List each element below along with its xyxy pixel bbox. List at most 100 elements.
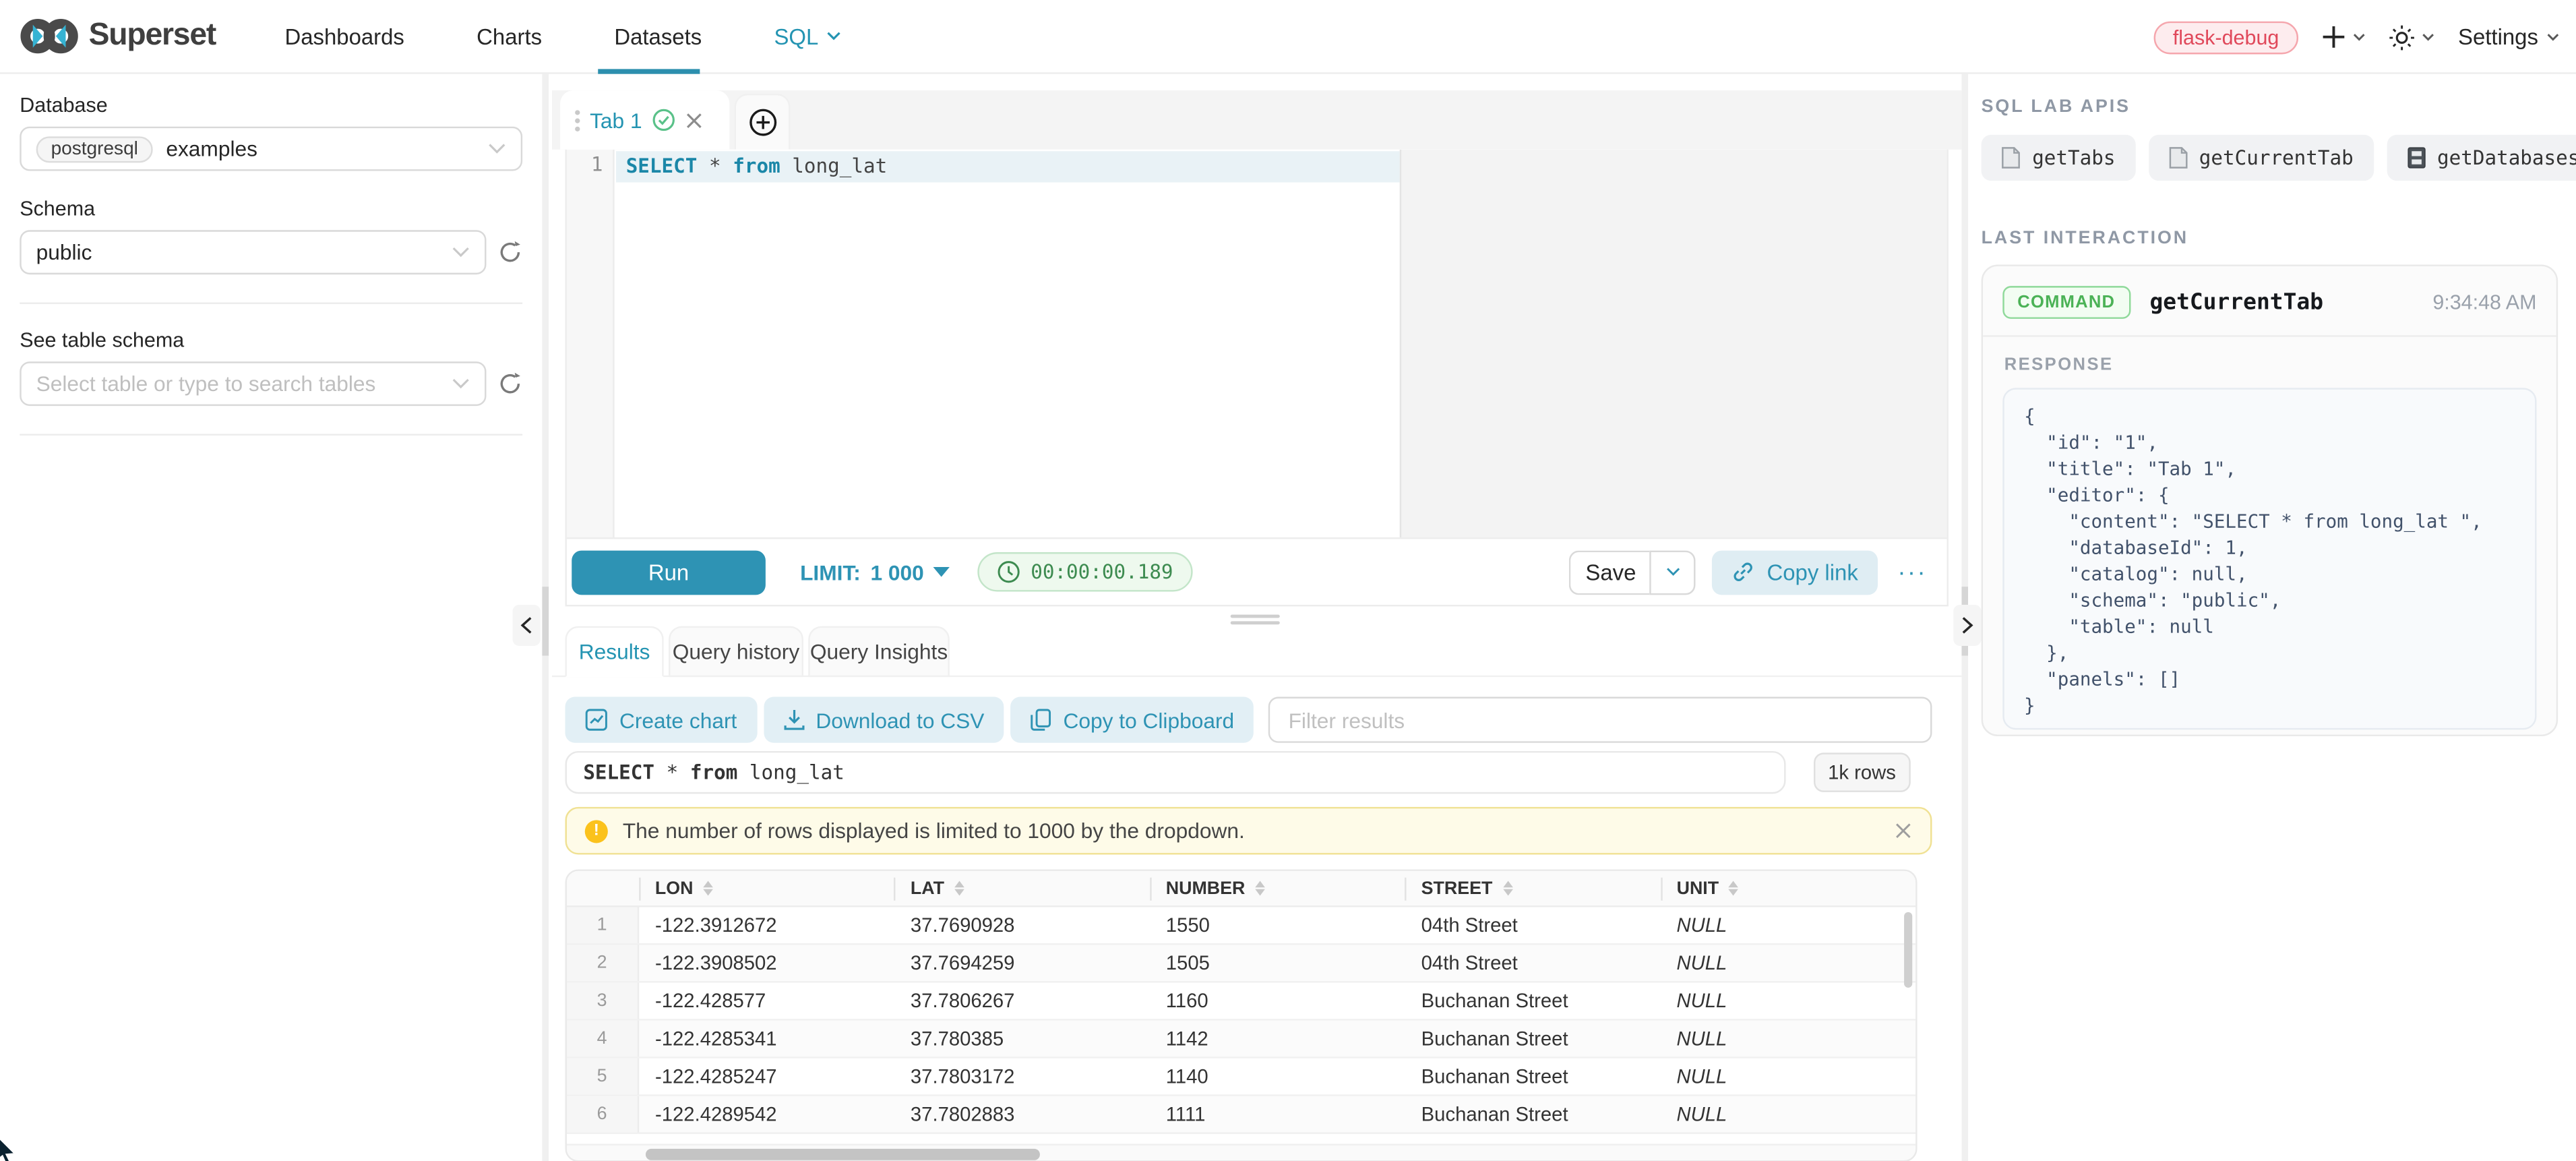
interaction-header: COMMAND getCurrentTab 9:34:48 AM — [1983, 266, 2556, 337]
table-row[interactable]: 2-122.390850237.7694259150504th StreetNU… — [567, 945, 1915, 983]
collapse-right-panel-button[interactable] — [1953, 605, 1981, 646]
schema-select[interactable]: public — [20, 230, 486, 274]
sql-text: long_lat — [737, 761, 845, 784]
chevron-down-icon — [826, 31, 841, 41]
command-timestamp: 9:34:48 AM — [2432, 291, 2536, 314]
nav-item-charts[interactable]: Charts — [477, 24, 542, 49]
refresh-schema-icon[interactable] — [498, 240, 523, 265]
copy-to-clipboard-button[interactable]: Copy to Clipboard — [1010, 697, 1254, 743]
sort-icon[interactable] — [703, 881, 713, 896]
tab-query-insights[interactable]: Query Insights — [808, 626, 950, 678]
theme-dropdown[interactable] — [2389, 24, 2435, 50]
new-tab-button[interactable] — [735, 94, 791, 150]
column-header-lon[interactable]: LON — [639, 871, 894, 905]
save-button[interactable]: Save — [1570, 549, 1650, 594]
table-cell: 04th Street — [1405, 945, 1660, 982]
chevron-down-icon — [2353, 33, 2366, 41]
last-interaction-card: COMMAND getCurrentTab 9:34:48 AM RESPONS… — [1982, 264, 2558, 736]
row-number-cell: 4 — [567, 1021, 639, 1057]
limit-dropdown[interactable]: LIMIT: 1 000 — [800, 560, 950, 585]
database-select[interactable]: postgresql examples — [20, 127, 522, 171]
nav-item-datasets[interactable]: Datasets — [614, 24, 702, 49]
timer-value: 00:00:00.189 — [1031, 560, 1173, 583]
table-cell: Buchanan Street — [1405, 1021, 1660, 1057]
refresh-tables-icon[interactable] — [498, 371, 523, 396]
results-table: LON LAT NUMBER STREET UNIT 1-122.3912672… — [565, 869, 1918, 1161]
environment-badge: flask-debug — [2153, 20, 2299, 53]
tab-results[interactable]: Results — [565, 626, 664, 678]
table-cell: 37.7806267 — [894, 983, 1150, 1019]
tab-drag-handle-icon[interactable] — [575, 109, 580, 131]
table-row[interactable]: 4-122.428534137.7803851142Buchanan Stree… — [567, 1021, 1915, 1059]
copy-link-button[interactable]: Copy link — [1713, 549, 1878, 594]
collapse-left-panel-button[interactable] — [513, 605, 541, 646]
superset-logo[interactable]: Superset — [20, 16, 216, 56]
chevron-down-icon — [452, 378, 470, 390]
table-row[interactable]: 3-122.42857737.78062671160Buchanan Stree… — [567, 983, 1915, 1021]
get-databases-label: getDatabases — [2437, 146, 2576, 169]
close-warning-icon[interactable] — [1894, 822, 1912, 840]
chevron-down-icon — [452, 247, 470, 258]
row-number-cell: 5 — [567, 1059, 639, 1095]
warning-message: The number of rows displayed is limited … — [623, 818, 1245, 843]
download-csv-button[interactable]: Download to CSV — [763, 697, 1004, 743]
sort-icon[interactable] — [1502, 881, 1512, 896]
sql-lab-apis-panel: SQL LAB APIS getTabs getCurrentTab — [1968, 74, 2576, 1161]
nav-item-sql-label: SQL — [774, 24, 818, 49]
scrollbar-thumb[interactable] — [646, 1148, 1040, 1160]
new-item-dropdown[interactable] — [2322, 25, 2366, 50]
editor-tabstrip: Tab 1 — [552, 90, 1961, 150]
sort-icon[interactable] — [954, 881, 964, 896]
table-cell: 1505 — [1149, 945, 1405, 982]
editor-tab-1[interactable]: Tab 1 — [560, 90, 729, 150]
close-tab-icon[interactable] — [685, 111, 703, 129]
download-csv-label: Download to CSV — [816, 707, 984, 732]
table-row[interactable]: 1-122.391267237.7690928155004th StreetNU… — [567, 907, 1915, 945]
nav-item-dashboards[interactable]: Dashboards — [284, 24, 404, 49]
nav-item-sql[interactable]: SQL — [774, 24, 841, 49]
sql-keyword: from — [733, 154, 780, 177]
table-cell: 1550 — [1149, 907, 1405, 944]
sql-lab-workspace: Tab 1 1 — [552, 74, 1961, 1161]
column-header-street[interactable]: STREET — [1405, 871, 1660, 905]
database-select-value: examples — [166, 136, 257, 161]
save-dropdown-button[interactable] — [1650, 549, 1696, 594]
table-horizontal-scrollbar[interactable] — [567, 1144, 1915, 1160]
sql-keyword: SELECT — [626, 154, 698, 177]
sort-icon[interactable] — [1255, 881, 1265, 896]
table-row[interactable]: 6-122.428954237.78028831111Buchanan Stre… — [567, 1096, 1915, 1134]
sort-icon[interactable] — [1729, 881, 1739, 896]
sql-editor[interactable]: 1 SELECT * from long_lat — [567, 150, 1947, 537]
left-panel-resizer[interactable] — [542, 74, 549, 1161]
sql-text: * — [654, 761, 690, 784]
run-button[interactable]: Run — [572, 549, 766, 594]
table-row[interactable]: 5-122.428524737.78031721140Buchanan Stre… — [567, 1059, 1915, 1096]
get-tabs-label: getTabs — [2032, 146, 2115, 169]
tab-query-history[interactable]: Query history — [669, 626, 803, 678]
table-select[interactable]: Select table or type to search tables — [20, 361, 486, 406]
row-limit-warning: ! The number of rows displayed is limite… — [565, 807, 1932, 855]
table-cell: -122.4285247 — [639, 1059, 894, 1095]
column-header-lat[interactable]: LAT — [894, 871, 1149, 905]
column-header-unit[interactable]: UNIT — [1660, 871, 1915, 905]
query-timer: 00:00:00.189 — [978, 552, 1193, 592]
table-cell: 1140 — [1149, 1059, 1405, 1095]
table-vertical-scrollbar[interactable] — [1904, 912, 1912, 988]
schema-select-value: public — [36, 240, 92, 265]
create-chart-label: Create chart — [619, 707, 737, 732]
caret-down-icon — [933, 567, 950, 577]
get-databases-button[interactable]: getDatabases — [2386, 135, 2576, 181]
table-cell: 37.7690928 — [894, 907, 1150, 944]
create-chart-button[interactable]: Create chart — [565, 697, 757, 743]
filter-results-input[interactable] — [1268, 697, 1932, 743]
sun-icon — [2389, 24, 2416, 50]
column-header-number[interactable]: NUMBER — [1149, 871, 1405, 905]
editor-results-splitter[interactable] — [1231, 615, 1280, 626]
get-current-tab-button[interactable]: getCurrentTab — [2148, 135, 2373, 181]
get-tabs-button[interactable]: getTabs — [1982, 135, 2135, 181]
table-cell: -122.4285341 — [639, 1021, 894, 1057]
warning-icon: ! — [585, 819, 608, 842]
more-actions-button[interactable]: ··· — [1897, 558, 1927, 586]
table-cell: NULL — [1660, 1021, 1915, 1057]
settings-menu[interactable]: Settings — [2458, 25, 2560, 50]
